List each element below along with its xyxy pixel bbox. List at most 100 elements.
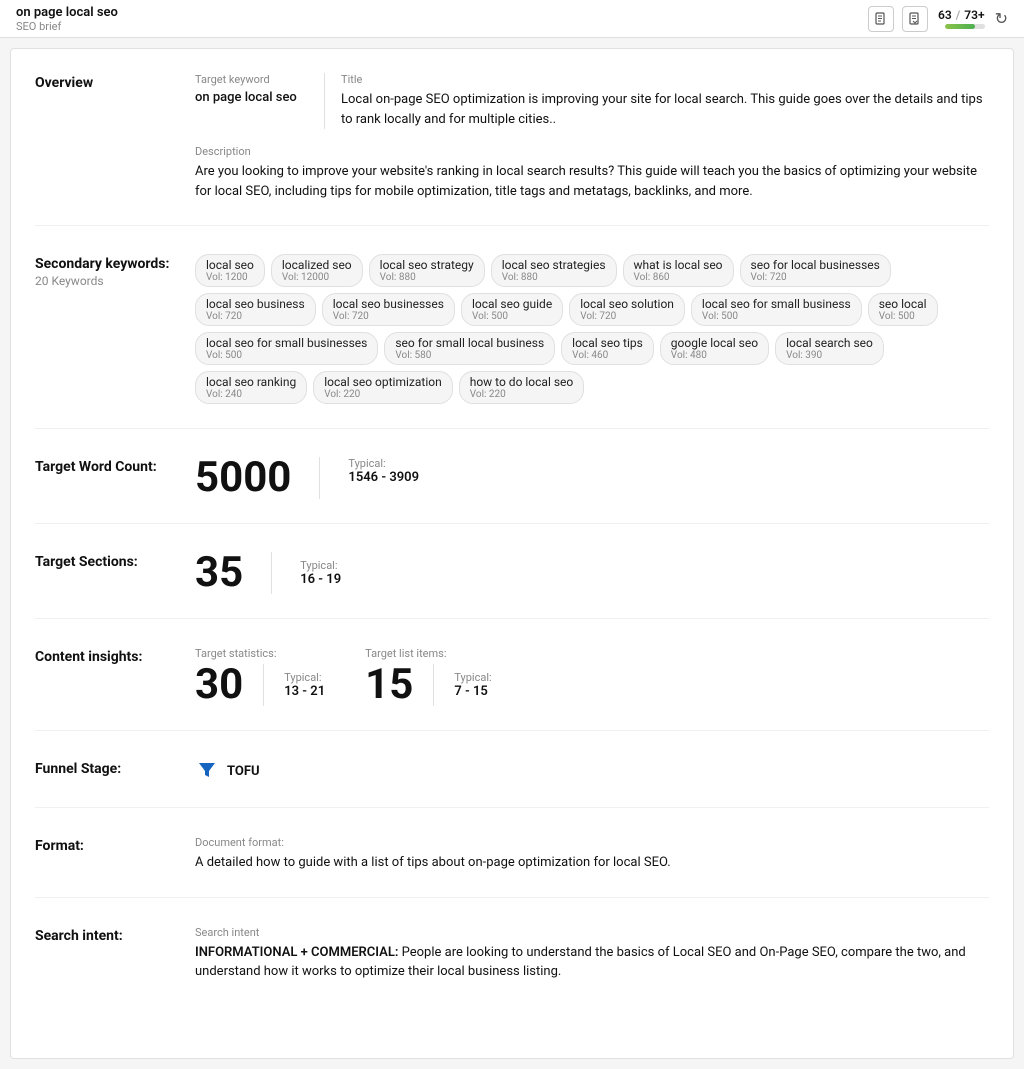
stats-label: Target statistics: [195,647,325,660]
overview-keyword-col: Target keyword on page local seo [195,73,325,129]
stats-block: Target statistics: 30 Typical: 13 - 21 [195,647,325,706]
word-count-typical-value: 1546 - 3909 [348,470,419,485]
tofu-value: TOFU [227,764,260,779]
secondary-keywords-section: Secondary keywords: 20 Keywords local se… [35,254,989,429]
keyword-tag: local seo solutionVol: 720 [569,293,685,326]
overview-section: Overview Target keyword on page local se… [35,73,989,226]
app-header: on page local seo SEO brief [0,0,1024,38]
funnel-icon [195,759,219,783]
score-numbers: 63 / 73+ [938,8,985,29]
search-intent-label: Search intent: [35,926,195,982]
stats-insight: 30 Typical: 13 - 21 [195,664,325,706]
target-sections-label: Target Sections: [35,552,195,594]
sections-typical: Typical: 16 - 19 [300,559,341,587]
format-body: Document format: A detailed how to guide… [195,836,989,873]
funnel-label: Funnel Stage: [35,759,195,783]
word-count-value: 5000 [195,457,291,499]
score-bar-fill [945,24,975,29]
doc-format-label: Document format: [195,836,989,849]
list-label: Target list items: [365,647,492,660]
keyword-tag: local seo businessesVol: 720 [322,293,455,326]
header-right: 63 / 73+ ↻ [868,6,1008,32]
keyword-tag: seo for small local businessVol: 580 [384,332,555,365]
keywords-count: 20 Keywords [35,274,195,288]
list-insight: 15 Typical: 7 - 15 [365,664,492,706]
stats-typical: Typical: 13 - 21 [284,671,325,699]
funnel-row: TOFU [195,759,989,783]
format-label: Format: [35,836,195,873]
score-current: 63 [938,8,952,22]
score-max: 73+ [964,8,984,22]
word-count-label: Target Word Count: [35,457,195,499]
sections-value: 35 [195,552,243,594]
stats-typical-label: Typical: [284,671,325,684]
list-typical: Typical: 7 - 15 [454,671,491,699]
score-row: 63 / 73+ [938,8,985,22]
keyword-tag: localized seoVol: 12000 [271,254,363,287]
list-typical-label: Typical: [454,671,491,684]
intent-bold: INFORMATIONAL + COMMERCIAL: [195,945,398,960]
icon-button-2[interactable] [902,6,928,32]
search-intent-section: Search intent: Search intent INFORMATION… [35,926,989,1006]
list-typical-value: 7 - 15 [454,684,491,699]
icon-button-1[interactable] [868,6,894,32]
score-separator: / [956,8,961,22]
sections-typical-value: 16 - 19 [300,572,341,587]
list-block: Target list items: 15 Typical: 7 - 15 [365,647,492,706]
stats-divider [263,664,264,706]
header-icons [868,6,928,32]
content-insights-section: Content insights: Target statistics: 30 … [35,647,989,731]
keyword-tag: local seo for small businessesVol: 500 [195,332,378,365]
keyword-tag: how to do local seoVol: 220 [459,371,585,404]
main-content: Overview Target keyword on page local se… [10,48,1014,1059]
target-sections-section: Target Sections: 35 Typical: 16 - 19 [35,552,989,619]
word-count-body: 5000 Typical: 1546 - 3909 [195,457,989,499]
description-block: Description Are you looking to improve y… [195,145,989,201]
overview-grid: Target keyword on page local seo Title L… [195,73,989,129]
insights-grid: Target statistics: 30 Typical: 13 - 21 T… [195,647,989,706]
stats-value: 30 [195,664,243,706]
target-sections-body: 35 Typical: 16 - 19 [195,552,989,594]
stats-typical-value: 13 - 21 [284,684,325,699]
description-label: Description [195,145,989,158]
format-text: A detailed how to guide with a list of t… [195,853,989,873]
keyword-tag: seo for local businessesVol: 720 [740,254,891,287]
score-section: 63 / 73+ [938,8,985,29]
keyword-tag: local seo tipsVol: 460 [561,332,654,365]
keyword-tag: local seo strategiesVol: 880 [491,254,617,287]
overview-label: Overview [35,73,195,201]
word-count-section: Target Word Count: 5000 Typical: 1546 - … [35,457,989,524]
keyword-tag: local seoVol: 1200 [195,254,265,287]
keyword-tag: local search seoVol: 390 [775,332,884,365]
app-title: on page local seo [16,5,118,20]
word-count-typical: Typical: 1546 - 3909 [348,457,419,485]
score-bar [945,24,985,29]
word-count-inner: 5000 Typical: 1546 - 3909 [195,457,989,499]
secondary-keywords-label: Secondary keywords: 20 Keywords [35,254,195,404]
keyword-tag: local seo for small businessVol: 500 [691,293,862,326]
keyword-tag: local seo guideVol: 500 [461,293,563,326]
keyword-tag: local seo strategyVol: 880 [369,254,485,287]
keywords-container: local seoVol: 1200localized seoVol: 1200… [195,254,989,404]
overview-title-col: Title Local on-page SEO optimization is … [341,73,989,129]
search-intent-body: Search intent INFORMATIONAL + COMMERCIAL… [195,926,989,982]
target-keyword-value: on page local seo [195,90,308,105]
overview-body: Target keyword on page local seo Title L… [195,73,989,201]
intent-label: Search intent [195,926,989,939]
divider [319,457,320,499]
title-text: Local on-page SEO optimization is improv… [341,90,989,129]
keywords-body: local seoVol: 1200localized seoVol: 1200… [195,254,989,404]
intent-text: INFORMATIONAL + COMMERCIAL: People are l… [195,943,989,982]
target-keyword-label: Target keyword [195,73,308,86]
refresh-button[interactable]: ↻ [995,9,1008,29]
funnel-body: TOFU [195,759,989,783]
keyword-tag: seo localVol: 500 [868,293,938,326]
format-section: Format: Document format: A detailed how … [35,836,989,898]
content-insights-label: Content insights: [35,647,195,706]
document-icon [874,12,888,26]
header-left: on page local seo SEO brief [16,5,118,33]
sections-divider [271,552,272,594]
content-insights-body: Target statistics: 30 Typical: 13 - 21 T… [195,647,989,706]
list-divider [433,664,434,706]
keyword-tag: local seo rankingVol: 240 [195,371,307,404]
